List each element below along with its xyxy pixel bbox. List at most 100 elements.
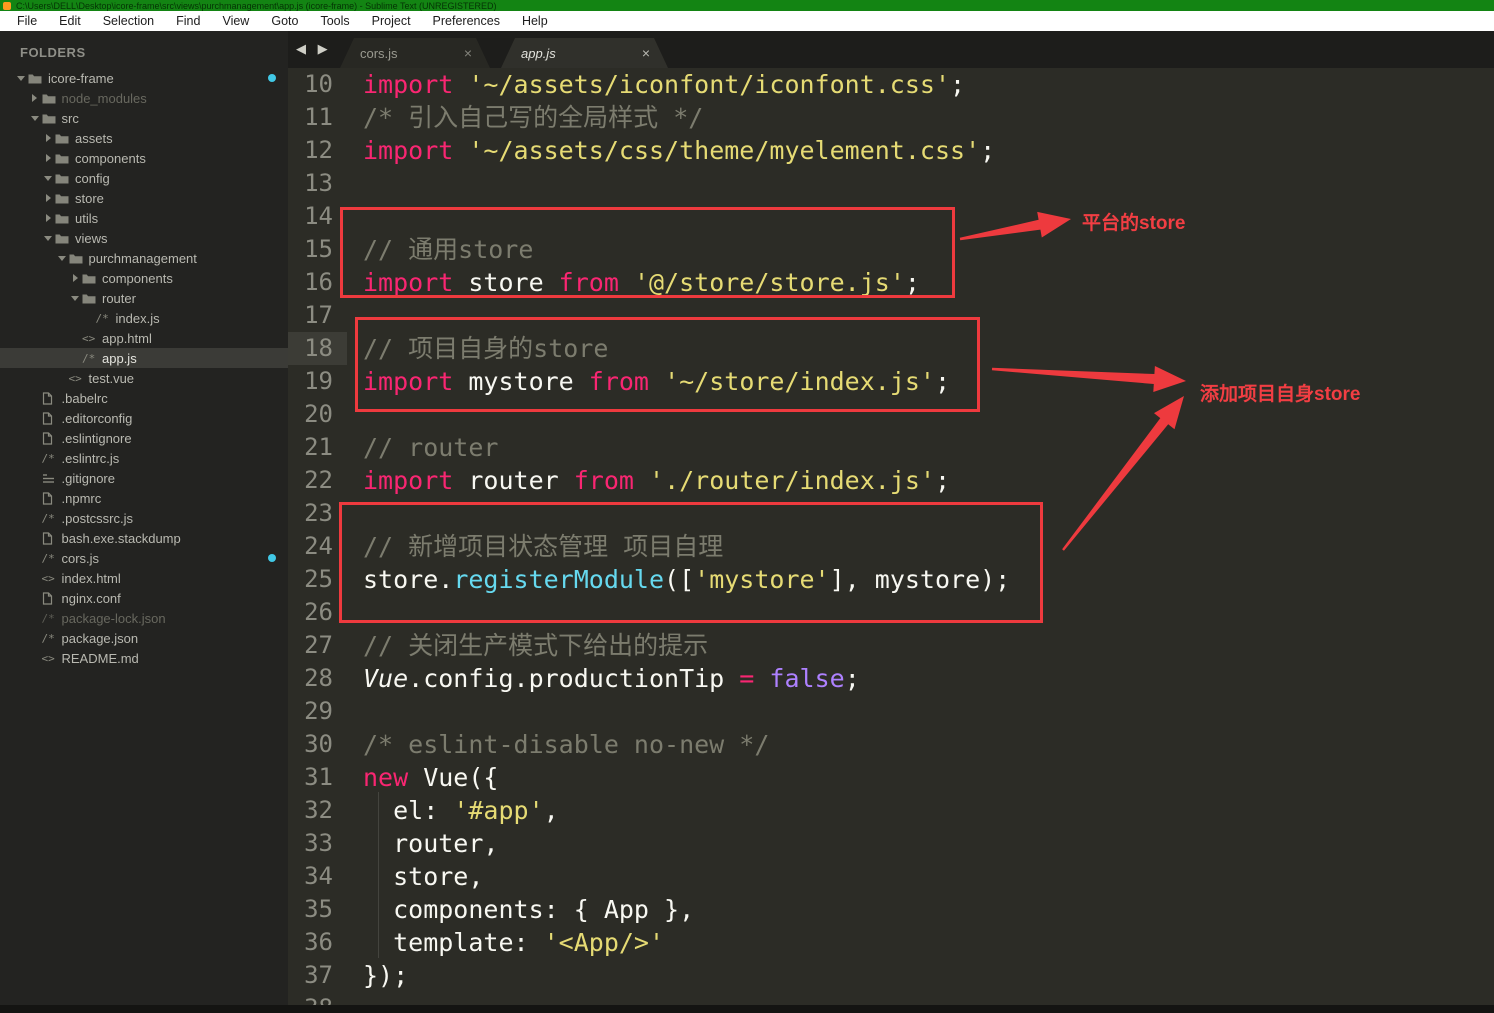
- sidebar-folder-utils[interactable]: utils: [0, 208, 288, 228]
- line-number: 21: [288, 431, 347, 464]
- code-line-34[interactable]: 34 store,: [288, 860, 1494, 893]
- code-line-19[interactable]: 19import mystore from '~/store/index.js'…: [288, 365, 1494, 398]
- code-line-14[interactable]: 14: [288, 200, 1494, 233]
- line-number: 18: [288, 332, 347, 365]
- menu-item-selection[interactable]: Selection: [92, 11, 165, 31]
- sidebar-folder-config[interactable]: config: [0, 168, 288, 188]
- line-number: 11: [288, 101, 347, 134]
- menu-item-edit[interactable]: Edit: [48, 11, 92, 31]
- menu-item-tools[interactable]: Tools: [309, 11, 360, 31]
- folder-open-arrow-icon: [68, 296, 82, 301]
- code-line-17[interactable]: 17: [288, 299, 1494, 332]
- code-line-27[interactable]: 27// 关闭生产模式下给出的提示: [288, 629, 1494, 662]
- menu-item-file[interactable]: File: [6, 11, 48, 31]
- line-number: 32: [288, 794, 347, 827]
- sidebar-file-package-json[interactable]: /*package.json: [0, 628, 288, 648]
- code-line-29[interactable]: 29: [288, 695, 1494, 728]
- sidebar-file--postcssrc-js[interactable]: /*.postcssrc.js: [0, 508, 288, 528]
- sidebar-file--gitignore[interactable]: .gitignore: [0, 468, 288, 488]
- sidebar-folder-router[interactable]: router: [0, 288, 288, 308]
- doc-file-icon: [42, 492, 62, 505]
- code-line-38[interactable]: 38: [288, 992, 1494, 1005]
- code-line-32[interactable]: 32 el: '#app',: [288, 794, 1494, 827]
- sidebar-folder-store[interactable]: store: [0, 188, 288, 208]
- code-line-12[interactable]: 12import '~/assets/css/theme/myelement.c…: [288, 134, 1494, 167]
- menu-item-preferences[interactable]: Preferences: [422, 11, 511, 31]
- code-line-11[interactable]: 11 /* 引入自己写的全局样式 */: [288, 101, 1494, 134]
- menu-item-find[interactable]: Find: [165, 11, 211, 31]
- sidebar-file-index-html[interactable]: <>index.html: [0, 568, 288, 588]
- sidebar-folders-panel: FOLDERS icore-framenode_modulessrc assets…: [0, 31, 288, 1005]
- menu-item-goto[interactable]: Goto: [260, 11, 309, 31]
- code-line-text: import router from './router/index.js';: [363, 464, 950, 497]
- list-file-icon: [42, 473, 62, 484]
- sidebar-folder-node-modules[interactable]: node_modules: [0, 88, 288, 108]
- code-line-16[interactable]: 16import store from '@/store/store.js';: [288, 266, 1494, 299]
- tab-nav-forward-icon[interactable]: ▶: [318, 41, 332, 56]
- code-line-text: /* 引入自己写的全局样式 */: [363, 101, 703, 134]
- folders-heading: FOLDERS: [20, 45, 288, 60]
- sidebar-folder-assets[interactable]: assets: [0, 128, 288, 148]
- tab-nav-back-icon[interactable]: ◀: [296, 41, 310, 56]
- sidebar-folder-components[interactable]: components: [0, 148, 288, 168]
- sidebar-file-index-js[interactable]: /*index.js: [0, 308, 288, 328]
- code-line-text: new Vue({: [363, 761, 498, 794]
- code-line-26[interactable]: 26: [288, 596, 1494, 629]
- sidebar-folder-purchmanagement[interactable]: purchmanagement: [0, 248, 288, 268]
- menu-item-project[interactable]: Project: [361, 11, 422, 31]
- folder-closed-arrow-icon: [41, 194, 55, 202]
- code-line-30[interactable]: 30/* eslint-disable no-new */: [288, 728, 1494, 761]
- doc-file-icon: [42, 432, 62, 445]
- tab-close-icon[interactable]: ×: [642, 45, 650, 61]
- sidebar-file--eslintrc-js[interactable]: /*.eslintrc.js: [0, 448, 288, 468]
- tab-cors-js[interactable]: cors.js×: [340, 38, 490, 68]
- code-editor[interactable]: 10import '~/assets/iconfont/iconfont.css…: [288, 68, 1494, 1005]
- js-file-icon: /*: [42, 452, 62, 465]
- code-line-10[interactable]: 10import '~/assets/iconfont/iconfont.css…: [288, 68, 1494, 101]
- sidebar-file-nginx-conf[interactable]: nginx.conf: [0, 588, 288, 608]
- tree-item-label: src: [62, 111, 79, 126]
- folder-icon: [55, 193, 75, 204]
- sidebar-folder-components[interactable]: components: [0, 268, 288, 288]
- code-line-text: store.registerModule(['mystore'], mystor…: [363, 563, 1010, 596]
- menu-item-view[interactable]: View: [211, 11, 260, 31]
- code-line-22[interactable]: 22import router from './router/index.js'…: [288, 464, 1494, 497]
- sidebar-file--npmrc[interactable]: .npmrc: [0, 488, 288, 508]
- sidebar-file-test-vue[interactable]: <>test.vue: [0, 368, 288, 388]
- code-line-31[interactable]: 31new Vue({: [288, 761, 1494, 794]
- sidebar-file-cors-js[interactable]: /*cors.js: [0, 548, 288, 568]
- sidebar-file-readme-md[interactable]: <>README.md: [0, 648, 288, 668]
- code-line-20[interactable]: 20: [288, 398, 1494, 431]
- code-line-28[interactable]: 28Vue.config.productionTip = false;: [288, 662, 1494, 695]
- sidebar-folder-src[interactable]: src: [0, 108, 288, 128]
- code-line-15[interactable]: 15// 通用store: [288, 233, 1494, 266]
- code-line-33[interactable]: 33 router,: [288, 827, 1494, 860]
- sidebar-file--editorconfig[interactable]: .editorconfig: [0, 408, 288, 428]
- menu-item-help[interactable]: Help: [511, 11, 559, 31]
- code-line-35[interactable]: 35 components: { App },: [288, 893, 1494, 926]
- code-line-18[interactable]: 18// 项目自身的store: [288, 332, 1494, 365]
- tab-app-js[interactable]: app.js×: [501, 38, 668, 68]
- sidebar-folder-views[interactable]: views: [0, 228, 288, 248]
- tab-close-icon[interactable]: ×: [464, 45, 472, 61]
- modified-file-dot-icon: [268, 554, 276, 562]
- tree-item-label: test.vue: [89, 371, 135, 386]
- code-line-23[interactable]: 23: [288, 497, 1494, 530]
- line-number: 13: [288, 167, 347, 200]
- code-line-36[interactable]: 36 template: '<App/>': [288, 926, 1494, 959]
- code-line-21[interactable]: 21// router: [288, 431, 1494, 464]
- sidebar-file--eslintignore[interactable]: .eslintignore: [0, 428, 288, 448]
- sidebar-file-app-html[interactable]: <>app.html: [0, 328, 288, 348]
- folder-open-arrow-icon: [14, 76, 28, 81]
- code-line-37[interactable]: 37});: [288, 959, 1494, 992]
- modified-file-dot-icon: [268, 74, 276, 82]
- sidebar-file-package-lock-json[interactable]: /*package-lock.json: [0, 608, 288, 628]
- code-line-25[interactable]: 25store.registerModule(['mystore'], myst…: [288, 563, 1494, 596]
- sidebar-folder-icore-frame[interactable]: icore-frame: [0, 68, 288, 88]
- line-number: 36: [288, 926, 347, 959]
- code-line-13[interactable]: 13: [288, 167, 1494, 200]
- sidebar-file-app-js[interactable]: /*app.js: [0, 348, 288, 368]
- sidebar-file-bash-exe-stackdump[interactable]: bash.exe.stackdump: [0, 528, 288, 548]
- code-line-24[interactable]: 24// 新增项目状态管理 项目自理: [288, 530, 1494, 563]
- sidebar-file--babelrc[interactable]: .babelrc: [0, 388, 288, 408]
